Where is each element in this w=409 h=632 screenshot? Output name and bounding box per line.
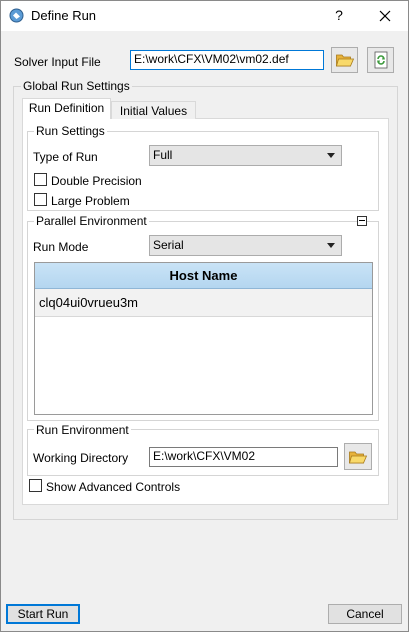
type-of-run-label: Type of Run bbox=[33, 150, 98, 164]
run-environment-title: Run Environment bbox=[34, 423, 131, 437]
run-settings-title: Run Settings bbox=[34, 124, 107, 138]
browse-solver-file-button[interactable] bbox=[331, 47, 358, 73]
app-icon bbox=[9, 8, 24, 23]
start-run-button[interactable]: Start Run bbox=[6, 604, 80, 624]
working-directory-field[interactable]: E:\work\CFX\VM02 bbox=[149, 447, 338, 467]
cancel-button[interactable]: Cancel bbox=[328, 604, 402, 624]
help-button[interactable]: ? bbox=[325, 3, 353, 27]
table-row[interactable]: clq04ui0vrueu3m bbox=[35, 289, 372, 317]
collapse-parallel-button[interactable] bbox=[357, 216, 367, 226]
host-table: Host Name clq04ui0vrueu3m bbox=[34, 262, 373, 415]
type-of-run-select[interactable]: Full bbox=[149, 145, 342, 166]
type-of-run-value: Full bbox=[153, 148, 173, 162]
show-advanced-controls-checkbox[interactable] bbox=[29, 479, 42, 492]
double-precision-checkbox[interactable] bbox=[34, 173, 47, 186]
tab-initial-values[interactable]: Initial Values bbox=[111, 101, 196, 119]
solver-input-label: Solver Input File bbox=[14, 55, 101, 69]
browse-working-directory-button[interactable] bbox=[344, 443, 372, 470]
chevron-down-icon bbox=[327, 153, 335, 158]
run-mode-label: Run Mode bbox=[33, 240, 89, 254]
large-problem-label: Large Problem bbox=[51, 194, 130, 208]
folder-open-icon bbox=[335, 54, 354, 67]
window-title: Define Run bbox=[31, 8, 97, 23]
double-precision-label: Double Precision bbox=[51, 174, 142, 188]
tab-run-definition[interactable]: Run Definition bbox=[22, 98, 111, 119]
global-run-settings-title: Global Run Settings bbox=[21, 79, 132, 93]
run-mode-select[interactable]: Serial bbox=[149, 235, 342, 256]
solver-input-field[interactable]: E:\work\CFX\VM02\vm02.def bbox=[130, 50, 324, 70]
close-button[interactable] bbox=[368, 3, 402, 27]
working-directory-label: Working Directory bbox=[33, 451, 129, 465]
parallel-environment-title: Parallel Environment bbox=[34, 214, 149, 228]
reload-button[interactable] bbox=[367, 47, 394, 73]
close-icon bbox=[379, 10, 391, 22]
host-name-column-header[interactable]: Host Name bbox=[35, 263, 372, 289]
large-problem-checkbox[interactable] bbox=[34, 193, 47, 206]
show-advanced-controls-label: Show Advanced Controls bbox=[46, 480, 181, 494]
run-mode-value: Serial bbox=[153, 238, 184, 252]
folder-open-icon bbox=[348, 451, 368, 463]
chevron-down-icon bbox=[327, 243, 335, 248]
refresh-icon bbox=[374, 51, 387, 69]
